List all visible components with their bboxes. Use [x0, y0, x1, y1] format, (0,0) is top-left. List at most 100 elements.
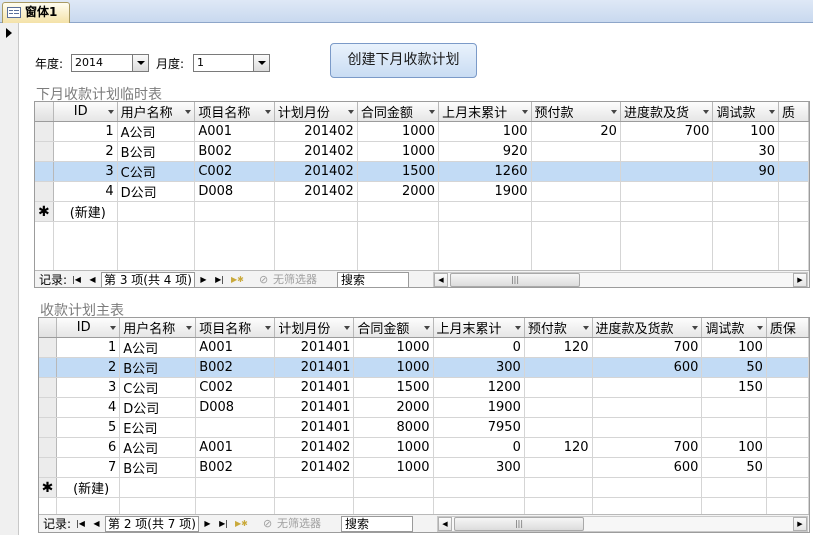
- no-filter-label[interactable]: 无筛选器: [273, 272, 317, 287]
- table-cell[interactable]: 0: [433, 337, 525, 358]
- table-cell[interactable]: B002: [195, 357, 276, 378]
- table-cell[interactable]: 100: [712, 121, 780, 142]
- table-cell[interactable]: D008: [194, 181, 275, 202]
- table-cell[interactable]: [592, 417, 703, 438]
- table-cell[interactable]: [524, 417, 593, 438]
- table-cell[interactable]: 2000: [353, 397, 434, 418]
- table-cell[interactable]: 1000: [357, 141, 440, 162]
- column-filter-chevron-icon[interactable]: [186, 326, 193, 330]
- record-position-input[interactable]: 第 3 项(共 4 项): [101, 272, 195, 287]
- chevron-down-icon[interactable]: [132, 55, 148, 71]
- chevron-down-icon[interactable]: [253, 55, 269, 71]
- column-filter-chevron-icon[interactable]: [264, 110, 271, 114]
- table-cell[interactable]: [592, 397, 703, 418]
- table-cell[interactable]: [531, 201, 621, 222]
- table-cell[interactable]: [531, 141, 621, 162]
- table-cell[interactable]: 201401: [274, 337, 355, 358]
- column-header[interactable]: 预付款: [524, 318, 593, 338]
- table-cell[interactable]: [778, 141, 809, 162]
- table-cell[interactable]: [524, 477, 593, 498]
- table-cell[interactable]: [357, 201, 440, 222]
- table-cell[interactable]: 600: [592, 457, 703, 478]
- table-row[interactable]: 6 A公司 A001 201402 1000 0 120 700 100: [39, 437, 809, 458]
- table-cell[interactable]: 100: [438, 121, 532, 142]
- table-cell[interactable]: 1500: [353, 377, 434, 398]
- scroll-thumb[interactable]: |||: [450, 273, 580, 287]
- table-cell[interactable]: 201402: [274, 121, 358, 142]
- table-cell[interactable]: 201401: [274, 397, 355, 418]
- table-row[interactable]: 7 B公司 B002 201402 1000 300 600 50: [39, 457, 809, 478]
- table-cell[interactable]: 7: [56, 457, 121, 478]
- new-record-row[interactable]: ✱ (新建): [35, 201, 809, 222]
- table-cell[interactable]: 2: [56, 357, 121, 378]
- table-cell[interactable]: 1200: [433, 377, 525, 398]
- table-cell[interactable]: [531, 161, 621, 182]
- column-filter-chevron-icon[interactable]: [347, 110, 354, 114]
- table-cell[interactable]: [766, 397, 809, 418]
- new-record-row[interactable]: ✱ (新建): [39, 477, 809, 498]
- table-cell[interactable]: [766, 477, 809, 498]
- table-cell[interactable]: 201402: [274, 437, 355, 458]
- table-cell[interactable]: C002: [195, 377, 276, 398]
- table-cell[interactable]: 4: [56, 397, 121, 418]
- table-cell[interactable]: 50: [701, 457, 767, 478]
- table-cell[interactable]: 5: [56, 417, 121, 438]
- first-record-icon[interactable]: |◀: [76, 516, 85, 532]
- column-header[interactable]: 计划月份: [274, 318, 355, 338]
- row-selector[interactable]: [39, 377, 58, 398]
- table-cell[interactable]: D公司: [119, 397, 197, 418]
- table-cell[interactable]: [117, 201, 196, 222]
- table-cell[interactable]: 700: [592, 437, 703, 458]
- table-cell[interactable]: [524, 457, 593, 478]
- table-cell[interactable]: 90: [712, 161, 780, 182]
- row-selector[interactable]: [35, 141, 54, 162]
- first-record-icon[interactable]: |◀: [72, 272, 81, 287]
- table-cell[interactable]: 6: [56, 437, 121, 458]
- year-combo[interactable]: 2014: [71, 54, 149, 72]
- table-cell[interactable]: [620, 141, 714, 162]
- table-cell[interactable]: D008: [195, 397, 276, 418]
- table-cell[interactable]: 1000: [353, 437, 434, 458]
- month-combo[interactable]: 1: [193, 54, 270, 72]
- table-cell[interactable]: 8000: [353, 417, 434, 438]
- column-header[interactable]: 进度款及货: [620, 102, 714, 122]
- table-cell[interactable]: 100: [701, 337, 767, 358]
- column-filter-chevron-icon[interactable]: [582, 326, 589, 330]
- column-header[interactable]: 质保: [766, 318, 809, 338]
- table-cell[interactable]: B公司: [117, 141, 196, 162]
- table-cell[interactable]: 1000: [353, 457, 434, 478]
- table-cell[interactable]: E公司: [119, 417, 197, 438]
- table-cell[interactable]: C002: [194, 161, 275, 182]
- table-cell[interactable]: [766, 357, 809, 378]
- column-filter-chevron-icon[interactable]: [756, 326, 763, 330]
- new-record-icon[interactable]: ▶✱: [231, 272, 244, 287]
- column-header[interactable]: 计划月份: [274, 102, 358, 122]
- table-cell[interactable]: 3: [53, 161, 118, 182]
- table-cell[interactable]: A001: [195, 437, 276, 458]
- table-cell[interactable]: [274, 201, 358, 222]
- table-cell[interactable]: [592, 377, 703, 398]
- column-header[interactable]: 合同金额: [353, 318, 434, 338]
- column-header[interactable]: 上月末累计: [433, 318, 525, 338]
- next-record-icon[interactable]: ▶: [199, 272, 208, 287]
- table-cell[interactable]: 1900: [433, 397, 525, 418]
- table-cell[interactable]: 7950: [433, 417, 525, 438]
- table-cell[interactable]: 1000: [353, 357, 434, 378]
- table-cell[interactable]: A001: [195, 337, 276, 358]
- temp-table-hscroll[interactable]: ◀ ||| ▶: [433, 272, 808, 287]
- table-cell[interactable]: [766, 417, 809, 438]
- table-cell[interactable]: 201402: [274, 161, 358, 182]
- table-cell[interactable]: 4: [53, 181, 118, 202]
- column-header[interactable]: 项目名称: [195, 318, 276, 338]
- column-filter-chevron-icon[interactable]: [265, 326, 272, 330]
- table-cell[interactable]: A公司: [117, 121, 196, 142]
- scroll-right-icon[interactable]: ▶: [793, 517, 807, 531]
- column-header[interactable]: 调试款: [712, 102, 780, 122]
- table-cell[interactable]: [438, 201, 532, 222]
- table-cell[interactable]: 1000: [357, 121, 440, 142]
- row-selector[interactable]: [39, 457, 58, 478]
- column-filter-chevron-icon[interactable]: [692, 326, 699, 330]
- table-cell[interactable]: 0: [433, 437, 525, 458]
- table-row[interactable]: 2 B公司 B002 201401 1000 300 600 50: [39, 357, 809, 378]
- last-record-icon[interactable]: ▶|: [219, 516, 228, 532]
